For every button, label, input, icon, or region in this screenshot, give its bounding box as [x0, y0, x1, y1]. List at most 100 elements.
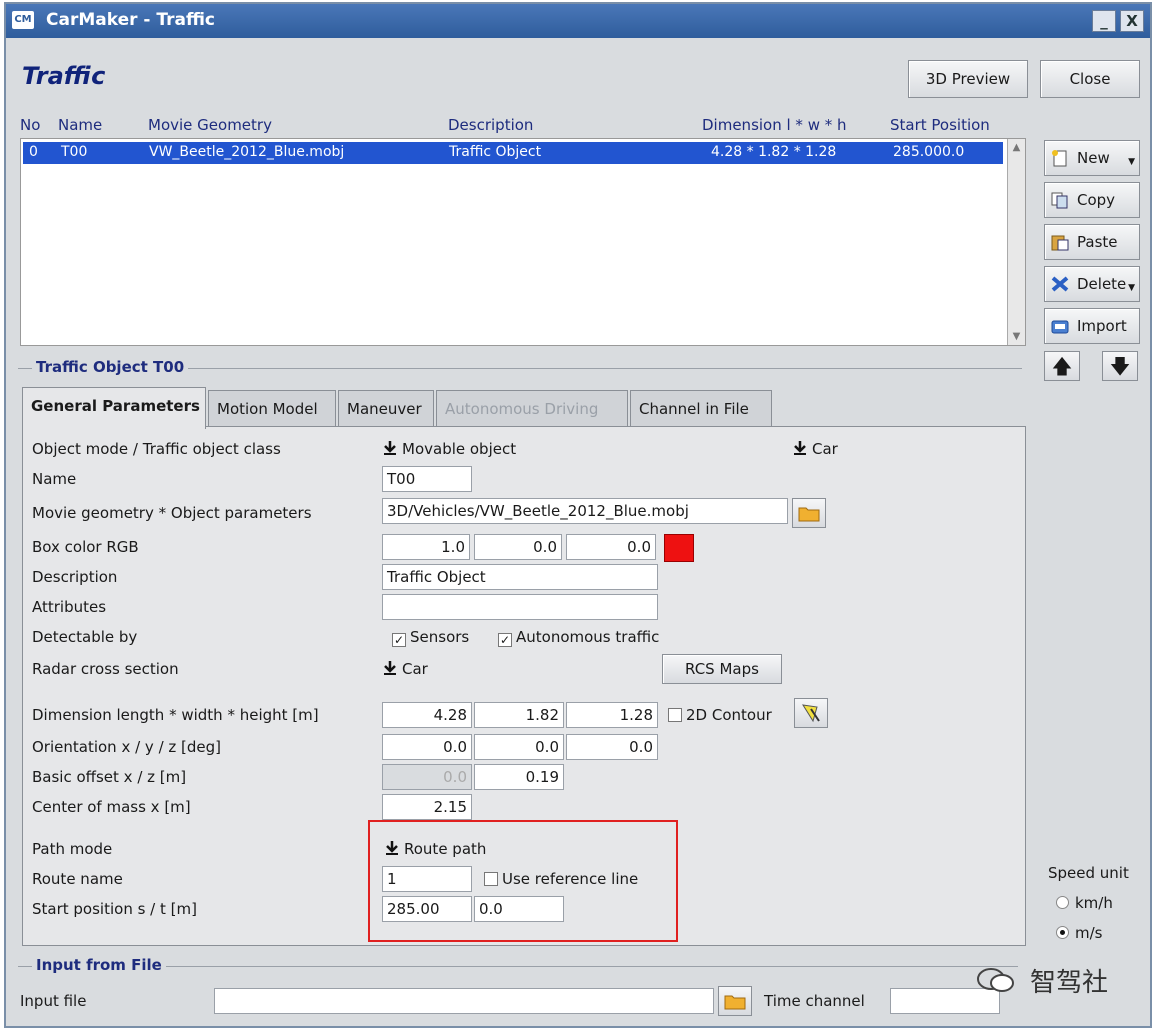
scroll-down-icon[interactable]: ▼ — [1011, 331, 1022, 342]
traffic-object-list[interactable]: 0 T00 VW_Beetle_2012_Blue.mobj Traffic O… — [20, 138, 1026, 346]
object-class-dropdown[interactable]: Car — [792, 440, 838, 458]
orientation-y-field[interactable]: 0.0 — [474, 734, 564, 760]
folder-icon — [724, 995, 746, 1010]
column-header-dimension[interactable]: Dimension l * w * h — [702, 116, 847, 134]
sensors-checkbox[interactable]: ✓ Sensors — [392, 628, 469, 647]
move-down-arrow-icon[interactable]: 🡇 — [1102, 351, 1138, 381]
input-file-field[interactable] — [214, 988, 714, 1014]
description-field[interactable]: Traffic Object — [382, 564, 658, 590]
3d-preview-button[interactable]: 3D Preview — [908, 60, 1028, 98]
checkbox-unchecked-icon — [668, 708, 682, 722]
dimension-length-field[interactable]: 4.28 — [382, 702, 472, 728]
list-scrollbar[interactable]: ▲ ▼ — [1007, 139, 1025, 345]
dropdown-arrow-icon — [792, 440, 808, 456]
new-label: New — [1077, 149, 1110, 167]
column-header-name[interactable]: Name — [58, 116, 102, 134]
geometry-field[interactable]: 3D/Vehicles/VW_Beetle_2012_Blue.mobj — [382, 498, 788, 524]
radio-selected-icon — [1056, 926, 1069, 939]
checkbox-checked-icon: ✓ — [392, 633, 406, 647]
box-color-b-field[interactable]: 0.0 — [566, 534, 656, 560]
paste-button[interactable]: Paste — [1044, 224, 1140, 260]
attributes-field[interactable] — [382, 594, 658, 620]
contour-edit-button[interactable] — [794, 698, 828, 728]
column-header-geometry[interactable]: Movie Geometry — [148, 116, 272, 134]
offset-x-field: 0.0 — [382, 764, 472, 790]
object-mode-label: Object mode / Traffic object class — [32, 440, 281, 458]
2d-contour-checkbox[interactable]: 2D Contour — [668, 706, 772, 724]
watermark-text: 智驾社 — [1030, 968, 1109, 998]
attributes-label: Attributes — [32, 598, 107, 616]
color-swatch[interactable] — [664, 534, 694, 562]
contour-edit-icon — [802, 704, 820, 723]
paste-icon — [1051, 235, 1069, 251]
tab-motion-model[interactable]: Motion Model — [208, 390, 336, 426]
close-button[interactable]: Close — [1040, 60, 1140, 98]
cell-no: 0 — [29, 144, 38, 160]
column-header-description[interactable]: Description — [448, 116, 533, 134]
rcs-maps-button[interactable]: RCS Maps — [662, 654, 782, 684]
minimize-button[interactable]: _ — [1092, 10, 1116, 32]
traffic-object-section-title: Traffic Object T00 — [32, 358, 189, 376]
center-of-mass-field[interactable]: 2.15 — [382, 794, 472, 820]
object-mode-dropdown[interactable]: Movable object — [382, 440, 516, 458]
autonomous-traffic-checkbox[interactable]: ✓ Autonomous traffic — [498, 628, 659, 647]
input-from-file-section-title: Input from File — [32, 956, 166, 974]
chevron-down-icon: ▼ — [1128, 157, 1135, 167]
import-folder-icon — [1051, 320, 1069, 334]
cell-name: T00 — [61, 144, 88, 160]
path-mode-label: Path mode — [32, 840, 113, 858]
table-row[interactable]: 0 T00 VW_Beetle_2012_Blue.mobj Traffic O… — [23, 142, 1003, 164]
copy-button[interactable]: Copy — [1044, 182, 1140, 218]
speed-unit-ms-radio[interactable]: m/s — [1056, 924, 1102, 942]
orientation-z-field[interactable]: 0.0 — [566, 734, 658, 760]
object-class-value: Car — [812, 440, 838, 458]
scroll-up-icon[interactable]: ▲ — [1011, 142, 1022, 153]
radar-dropdown[interactable]: Car — [382, 660, 428, 678]
route-highlight-box — [368, 820, 678, 942]
chevron-down-icon: ▼ — [1128, 283, 1135, 293]
cell-dimension: 4.28 * 1.82 * 1.28 — [711, 144, 837, 160]
name-field[interactable]: T00 — [382, 466, 472, 492]
tab-channel-in-file[interactable]: Channel in File — [630, 390, 772, 426]
tab-general-parameters[interactable]: General Parameters — [22, 387, 206, 429]
copy-icon — [1051, 192, 1068, 209]
column-header-no[interactable]: No — [20, 116, 40, 134]
new-document-icon — [1052, 150, 1067, 167]
copy-label: Copy — [1077, 191, 1116, 209]
dimension-width-field[interactable]: 1.82 — [474, 702, 564, 728]
box-color-g-field[interactable]: 0.0 — [474, 534, 562, 560]
offset-label: Basic offset x / z [m] — [32, 768, 187, 786]
orientation-x-field[interactable]: 0.0 — [382, 734, 472, 760]
delete-label: Delete — [1077, 275, 1127, 293]
offset-z-field[interactable]: 0.19 — [474, 764, 564, 790]
box-color-r-field[interactable]: 1.0 — [382, 534, 470, 560]
title-bar[interactable]: CM CarMaker - Traffic _ X — [6, 4, 1150, 38]
delete-icon — [1051, 276, 1069, 292]
time-channel-label: Time channel — [764, 992, 865, 1010]
wechat-watermark-icon — [977, 968, 1014, 992]
carmaker-app-icon: CM — [12, 11, 34, 29]
window-title: CarMaker - Traffic — [46, 10, 215, 30]
window-close-button[interactable]: X — [1120, 10, 1144, 32]
import-label: Import — [1077, 317, 1127, 335]
sensors-label: Sensors — [410, 628, 470, 646]
cell-description: Traffic Object — [449, 144, 542, 160]
browse-input-file-button[interactable] — [718, 986, 752, 1016]
delete-button[interactable]: Delete ▼ — [1044, 266, 1140, 302]
browse-geometry-button[interactable] — [792, 498, 826, 528]
route-name-label: Route name — [32, 870, 123, 888]
column-header-start-position[interactable]: Start Position — [890, 116, 990, 134]
new-button[interactable]: New ▼ — [1044, 140, 1140, 176]
tab-maneuver[interactable]: Maneuver — [338, 390, 434, 426]
dimension-height-field[interactable]: 1.28 — [566, 702, 658, 728]
autonomous-traffic-label: Autonomous traffic — [516, 628, 660, 646]
dimension-label: Dimension length * width * height [m] — [32, 706, 319, 724]
speed-unit-label: Speed unit — [1048, 864, 1129, 882]
dropdown-arrow-icon — [382, 440, 398, 456]
import-button[interactable]: Import — [1044, 308, 1140, 344]
speed-unit-kmh-radio[interactable]: km/h — [1056, 894, 1113, 912]
traffic-window: CM CarMaker - Traffic _ X Traffic 3D Pre… — [4, 2, 1152, 1028]
move-up-arrow-icon[interactable]: 🡅 — [1044, 351, 1080, 381]
2d-contour-label: 2D Contour — [686, 706, 772, 724]
box-color-label: Box color RGB — [32, 538, 139, 556]
